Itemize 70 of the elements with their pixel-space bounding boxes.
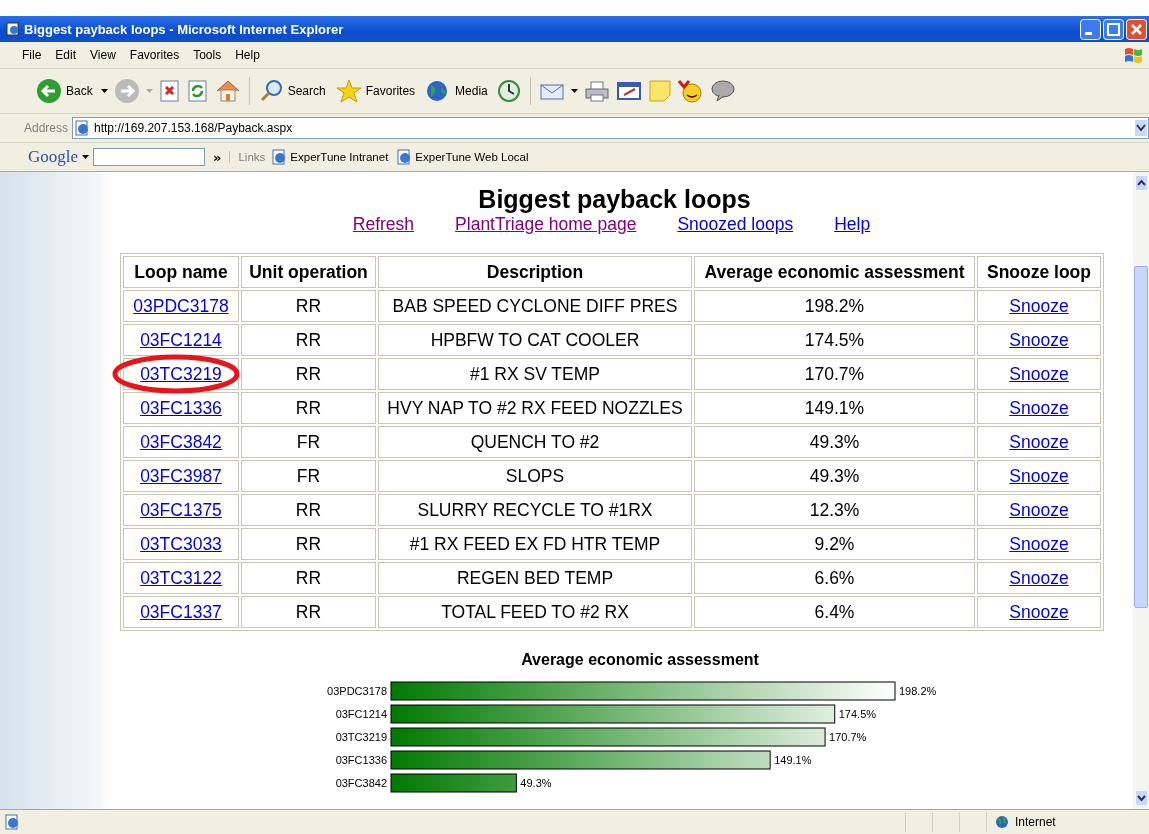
table-cell: 149.1% [694,392,975,424]
nav-link[interactable]: Help [834,214,871,235]
table-cell: SLURRY RECYCLE TO #1RX [378,494,692,526]
link-button[interactable]: ExperTune Web Local [394,149,531,165]
table-cell: RR [241,358,376,390]
address-label: Address [24,121,69,135]
category-label: 03FC1214 [335,708,387,720]
value-label: 198.2% [899,685,937,697]
table-cell: RR [241,290,376,322]
nav-link[interactable]: PlantTriage home page [455,214,637,235]
table-cell: REGEN BED TEMP [378,562,692,594]
value-label: 49.3% [520,777,552,789]
menu-item[interactable]: Favorites [123,46,186,64]
chevron-button[interactable]: » [209,149,226,165]
table-cell: FR [241,460,376,492]
table-cell: HPBFW TO CAT COOLER [378,324,692,356]
table-cell: RR [241,494,376,526]
table-cell: #1 RX FEED EX FD HTR TEMP [378,528,692,560]
table-cell: 49.3% [694,460,975,492]
back-button[interactable]: Back [34,78,95,104]
table-cell: BAB SPEED CYCLONE DIFF PRES [378,290,692,322]
menu-item[interactable]: Help [229,46,266,64]
menu-item[interactable]: View [84,46,122,64]
category-label: 03FC3842 [335,777,387,789]
column-header: Description [378,256,692,288]
category-label: 03PDC3178 [327,685,387,697]
search-button[interactable]: Search [257,79,328,103]
link-button[interactable]: ExperTune Intranet [269,149,391,165]
chart-title: Average economic assessment [521,651,759,669]
table-cell: 198.2% [694,290,975,322]
address-field[interactable]: http://169.207.153.168/Payback.aspx [72,117,1149,139]
table-cell: RR [241,392,376,424]
google-toolbar-button[interactable]: Google [28,147,79,167]
value-label: 170.7% [829,731,867,743]
links-label: Links [229,151,266,163]
table-cell: 174.5% [694,324,975,356]
nav-link[interactable]: Snoozed loops [677,214,794,235]
table-cell: SLOPS [378,460,692,492]
menu-item[interactable]: File [16,46,48,64]
table-cell: 6.4% [694,596,975,628]
table-cell: 12.3% [694,494,975,526]
table-cell: 170.7% [694,358,975,390]
category-label: 03FC1336 [335,754,387,766]
column-header: Average economic assessment [694,256,975,288]
table-cell: TOTAL FEED TO #2 RX [378,596,692,628]
table-cell: FR [241,426,376,458]
table-cell: 6.6% [694,562,975,594]
value-label: 149.1% [774,754,812,766]
window-title: Biggest payback loops - Microsoft Internet Explorer [24,21,345,37]
table-cell: 49.3% [694,426,975,458]
table-cell: RR [241,528,376,560]
column-header: Snooze loop [977,256,1101,288]
column-header: Unit operation [241,256,376,288]
table-cell: 9.2% [694,528,975,560]
table-cell: RR [241,596,376,628]
favorites-button[interactable]: Favorites [333,79,418,103]
nav-link[interactable]: Refresh [352,214,415,235]
menu-item[interactable]: Tools [187,46,228,64]
value-label: 174.5% [838,708,877,720]
table-cell: HVY NAP TO #2 RX FEED NOZZLES [378,392,692,424]
column-header: Loop name [123,256,239,288]
table-cell: #1 RX SV TEMP [378,358,692,390]
table-cell: QUENCH TO #2 [378,426,692,458]
media-button[interactable]: Media [423,79,490,103]
menu-item[interactable]: Edit [49,46,83,64]
zone-label: Internet [1015,815,1056,829]
table-cell: RR [241,324,376,356]
category-label: 03TC3219 [335,731,387,743]
table-cell: RR [241,562,376,594]
page-heading: Biggest payback loops [478,184,751,214]
